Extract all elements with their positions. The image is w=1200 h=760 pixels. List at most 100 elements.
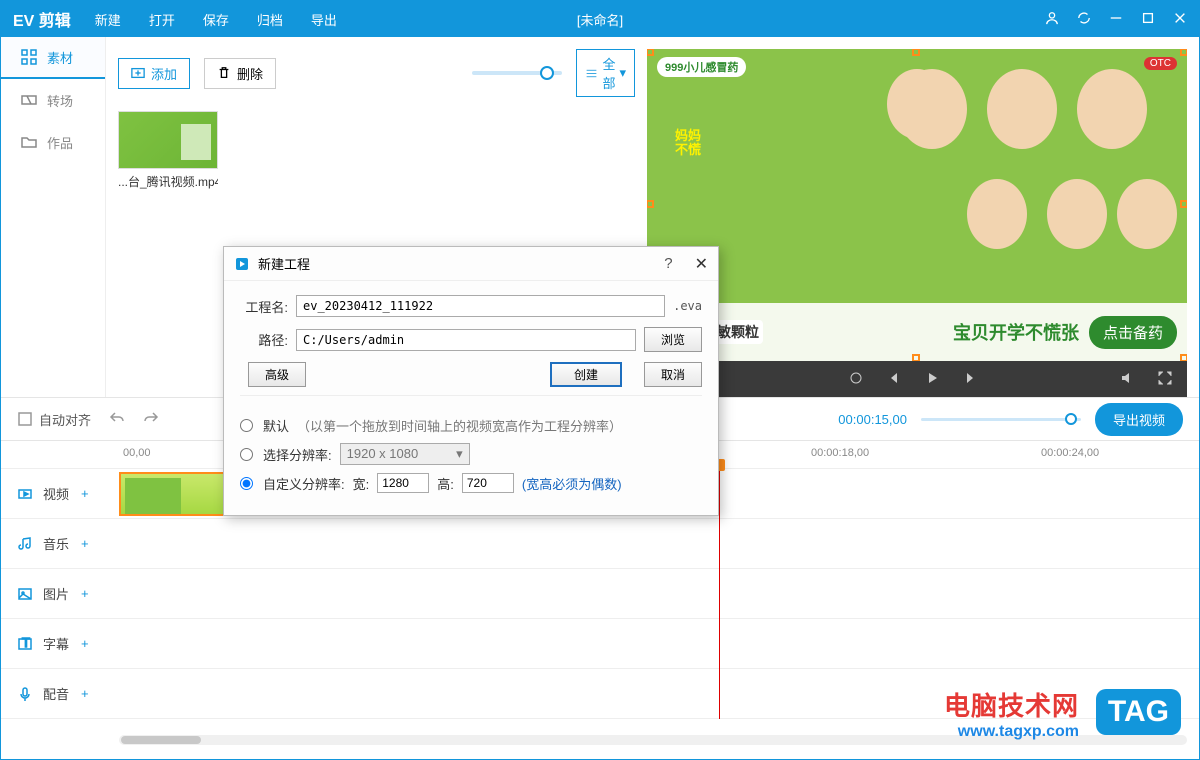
cancel-button[interactable]: 取消 [644,362,702,387]
dialog-icon [234,256,250,272]
menu-new[interactable]: 新建 [95,10,121,29]
radio-select-label: 选择分辨率: [263,445,332,464]
default-note: （以第一个拖放到时间轴上的视频宽高作为工程分辨率） [297,416,622,435]
project-name-input[interactable] [296,295,665,317]
playhead[interactable] [719,469,720,719]
track-image[interactable]: 图片+ [1,569,119,619]
ruler-tick: 00:00:24,00 [1041,447,1099,459]
help-icon[interactable]: ? [664,255,672,272]
delete-button[interactable]: 删除 [204,58,276,89]
preview-panel: 999小儿感冒药 OTC 妈妈不慌 氨酚黄那敏颗粒 宝贝开学不慌张 点击备药 [647,49,1187,397]
folder-icon [21,134,37,150]
side-tabs: 素材 转场 作品 [1,37,106,397]
auto-align-checkbox[interactable]: 自动对齐 [17,410,91,429]
radio-custom-label: 自定义分辨率: [263,474,345,493]
svg-text:T: T [22,636,30,650]
menu-save[interactable]: 保存 [203,10,229,29]
track-row-image[interactable] [119,569,1199,619]
browse-button[interactable]: 浏览 [644,327,702,352]
document-title: [未命名] [577,10,623,29]
zoom-slider[interactable] [472,71,562,75]
maximize-icon[interactable] [1141,11,1155,28]
track-subtitle[interactable]: T字幕+ [1,619,119,669]
tab-assets[interactable]: 素材 [1,37,105,79]
volume-icon[interactable] [1119,370,1135,389]
menu-archive[interactable]: 归档 [257,10,283,29]
chevron-down-icon: ▾ [619,65,626,81]
radio-custom[interactable] [240,477,253,490]
menu-open[interactable]: 打开 [149,10,175,29]
main-menu: 新建 打开 保存 归档 导出 [95,10,337,29]
asset-thumb[interactable]: ...台_腾讯视频.mp4 [118,111,218,190]
height-label: 高: [437,474,454,493]
track-video[interactable]: 视频+ [1,469,119,519]
add-label: 添加 [151,64,177,83]
track-music[interactable]: 音乐+ [1,519,119,569]
undo-icon[interactable] [109,410,125,429]
close-icon[interactable] [1173,11,1187,28]
trash-icon [217,66,231,80]
export-video-button[interactable]: 导出视频 [1095,403,1183,436]
user-icon[interactable] [1045,11,1059,28]
project-path-input[interactable] [296,329,636,351]
play-icon[interactable] [924,370,940,389]
ruler-tick: 00:00:18,00 [811,447,869,459]
add-icon [131,66,145,80]
label-project-name: 工程名: [240,297,288,316]
loop-icon[interactable] [848,370,864,389]
radio-default-label: 默认 [263,416,289,435]
radio-select[interactable] [240,448,253,461]
even-hint: (宽高必须为偶数) [522,474,622,493]
tab-works[interactable]: 作品 [1,121,105,163]
prev-icon[interactable] [886,370,902,389]
menu-export[interactable]: 导出 [311,10,337,29]
track-row-music[interactable] [119,519,1199,569]
transition-icon [21,92,37,108]
height-input[interactable] [462,473,514,493]
advanced-button[interactable]: 高级 [248,362,306,387]
timeline-timecode: 00:00:15,00 [838,412,907,427]
tab-assets-label: 素材 [47,48,73,67]
track-voice[interactable]: 配音+ [1,669,119,719]
next-icon[interactable] [962,370,978,389]
tab-transition-label: 转场 [47,91,73,110]
ad-cta: 点击备药 [1089,316,1177,349]
fullscreen-icon[interactable] [1157,370,1173,389]
grid-icon [21,49,37,65]
watermark: 电脑技术网 www.tagxp.com [944,686,1079,741]
redo-icon[interactable] [143,410,159,429]
label-path: 路径: [240,330,288,349]
dialog-title: 新建工程 [258,254,310,273]
ext-label: .eva [673,299,702,313]
timeline-zoom-slider[interactable] [921,418,1081,421]
asset-thumb-label: ...台_腾讯视频.mp4 [118,173,218,190]
resolution-select[interactable]: 1920 x 1080▾ [340,443,470,465]
app-logo: EV 剪辑 [13,7,71,31]
dialog-close-icon[interactable]: ✕ [695,254,708,274]
ad-slogan: 宝贝开学不慌张 [953,319,1079,345]
track-row-subtitle[interactable] [119,619,1199,669]
auto-align-label: 自动对齐 [39,410,91,429]
ad-bottom-bar: 氨酚黄那敏颗粒 宝贝开学不慌张 点击备药 [647,303,1187,361]
filter-label: 全部 [602,54,615,92]
ad-badge: 999小儿感冒药 [657,57,746,77]
add-button[interactable]: 添加 [118,58,190,89]
ad-headline: 妈妈不慌 [675,129,701,158]
create-button[interactable]: 创建 [550,362,622,387]
preview-canvas[interactable]: 999小儿感冒药 OTC 妈妈不慌 氨酚黄那敏颗粒 宝贝开学不慌张 点击备药 [647,49,1187,361]
preview-controls: 00:00:15 [647,361,1187,397]
ad-people [867,69,1167,289]
ruler-tick: 00,00 [123,447,151,459]
tag-badge: TAG [1096,689,1181,735]
width-label: 宽: [353,474,370,493]
filter-dropdown[interactable]: 全部 ▾ [576,49,635,97]
sync-icon[interactable] [1077,11,1091,28]
delete-label: 删除 [237,64,263,83]
minimize-icon[interactable] [1109,11,1123,28]
list-icon [585,67,598,80]
width-input[interactable] [377,473,429,493]
tab-transition[interactable]: 转场 [1,79,105,121]
new-project-dialog: 新建工程 ? ✕ 工程名: .eva 路径: 浏览 高级 创建 取消 默认 （以… [223,246,719,516]
title-bar: EV 剪辑 新建 打开 保存 归档 导出 [未命名] [1,1,1199,37]
radio-default[interactable] [240,419,253,432]
